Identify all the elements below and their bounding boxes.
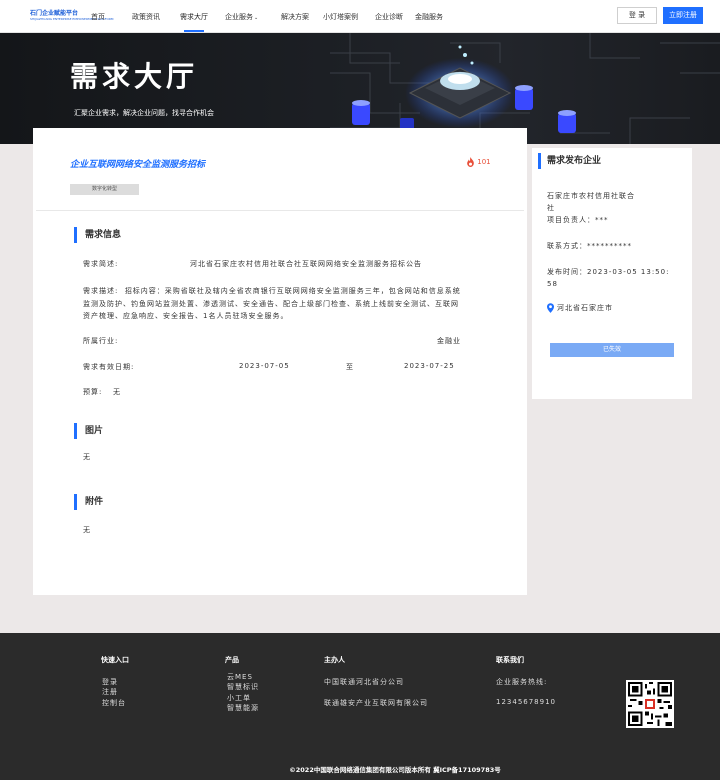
chevron-down-icon: ⌄ [254, 15, 259, 21]
register-button[interactable]: 立即注册 [663, 7, 703, 24]
logo-subtext: SHIJIAZHUANG ENTERPRISE EMPOWERMENT PLAT… [30, 17, 114, 21]
industry-label: 所属行业: [83, 337, 119, 345]
divider [36, 210, 524, 211]
footer-host-item: 联通雄安产业互联网有限公司 [324, 699, 428, 707]
nav-item-finance[interactable]: 金融服务 [415, 12, 443, 22]
publisher-company: 石家庄市农村信用社联合 社 [547, 190, 635, 214]
copyright-text: ©2022中国联合网络通信集团有限公司版本所有 冀ICP备17109783号 [289, 766, 501, 774]
brief-value: 河北省石家庄农村信用社联合社互联网网络安全监测服务招标公告 [190, 260, 422, 268]
contact-method: 联系方式：********** [547, 242, 632, 250]
hotline-label: 企业服务热线: [496, 678, 548, 686]
hotline-number: 12345678910 [496, 698, 556, 706]
footer-link-product[interactable]: 云MES [227, 672, 253, 682]
footer-link-product[interactable]: 智慧标识 [227, 682, 259, 692]
active-nav-indicator [184, 30, 204, 32]
valid-date-end: 2023-07-25 [404, 362, 455, 370]
expired-status-button[interactable]: 已失效 [550, 343, 674, 357]
footer-link-product[interactable]: 小工单 [227, 693, 251, 703]
footer-heading-quick: 快速入口 [101, 656, 129, 664]
nav-item-label: 企业服务 [225, 13, 253, 21]
nav-item-lighthouse-cases[interactable]: 小灯塔案例 [323, 12, 358, 22]
hot-count-value: 101 [477, 158, 491, 166]
contact-person: 项目负责人：*** [547, 216, 609, 224]
location-pin-icon [547, 303, 554, 313]
logo-text: 石门企业赋能平台 [30, 10, 79, 17]
section-heading-attachments: 附件 [74, 494, 103, 510]
footer-heading-contact: 联系我们 [496, 656, 524, 664]
budget-label: 预算: [83, 388, 103, 396]
pictures-value: 无 [83, 453, 91, 461]
nav-item-solutions[interactable]: 解决方案 [281, 12, 309, 22]
attachments-value: 无 [83, 526, 91, 534]
hot-count: 101 [466, 157, 491, 167]
platform-logo[interactable]: 石门企业赋能平台 SHIJIAZHUANG ENTERPRISE EMPOWER… [30, 10, 114, 22]
publisher-card: 需求发布企业 石家庄市农村信用社联合 社 项目负责人：*** 联系方式：****… [532, 148, 692, 399]
budget-value: 无 [113, 388, 121, 396]
category-tag: 数字化转型 [70, 184, 139, 195]
description-text: 需求描述: 招标内容：采购省联社及辖内全省农商银行互联网网络安全监测服务三年，包… [83, 285, 466, 323]
company-name-line: 石家庄市农村信用社联合 [547, 192, 635, 200]
demand-title: 企业互联网网络安全监测服务招标 [70, 160, 206, 170]
industry-value: 金融业 [437, 337, 461, 345]
publish-time: 发布时间：2023-03-05 13:50: 58 [547, 266, 669, 290]
section-heading-pictures: 图片 [74, 423, 103, 439]
page-footer: 快速入口 登录 注册 控制台 产品 云MES 智慧标识 小工单 智慧能源 主办人… [0, 633, 720, 780]
nav-item-demand-hall[interactable]: 需求大厅 [180, 12, 208, 22]
footer-host-item: 中国联通河北省分公司 [324, 678, 404, 686]
valid-date-start: 2023-07-05 [239, 362, 290, 370]
footer-link-register[interactable]: 注册 [102, 687, 118, 697]
publisher-heading: 需求发布企业 [538, 153, 601, 169]
nav-item-diagnosis[interactable]: 企业诊断 [375, 12, 403, 22]
location-value: 河北省石家庄市 [557, 304, 613, 312]
publish-time-line: 58 [547, 280, 558, 288]
footer-link-console[interactable]: 控制台 [102, 698, 126, 708]
top-navigation-bar: 石门企业赋能平台 SHIJIAZHUANG ENTERPRISE EMPOWER… [0, 0, 720, 33]
qr-code-icon [628, 682, 672, 726]
nav-item-policy-news[interactable]: 政策资讯 [132, 12, 160, 22]
footer-heading-products: 产品 [225, 656, 239, 664]
publish-time-line: 发布时间：2023-03-05 13:50: [547, 268, 670, 276]
flame-icon [467, 157, 474, 167]
banner-title: 需求大厅 [70, 60, 199, 93]
qr-code [626, 680, 674, 728]
nav-item-enterprise-services[interactable]: 企业服务⌄ [225, 12, 258, 22]
valid-date-separator: 至 [346, 363, 354, 371]
section-heading-info: 需求信息 [74, 227, 121, 243]
footer-heading-host: 主办人 [324, 656, 345, 664]
footer-link-product[interactable]: 智慧能源 [227, 703, 259, 713]
login-button[interactable]: 登 录 [617, 7, 657, 24]
banner-subtitle: 汇聚企业需求，解决企业问题，找寻合作机会 [74, 109, 214, 117]
location: 河北省石家庄市 [547, 302, 613, 314]
demand-detail-card: 企业互联网网络安全监测服务招标 101 数字化转型 需求信息 需求简述: 河北省… [33, 128, 527, 595]
footer-link-login[interactable]: 登录 [102, 677, 118, 687]
nav-item-home[interactable]: 首页 [91, 12, 105, 22]
description-label: 需求描述: [83, 287, 119, 295]
brief-label: 需求简述: [83, 260, 119, 268]
company-name-line: 社 [547, 204, 555, 212]
description-value: 招标内容：采购省联社及辖内全省农商银行互联网网络安全监测服务三年，包含网站和信息… [83, 287, 461, 320]
valid-date-label: 需求有效日期: [83, 363, 135, 371]
